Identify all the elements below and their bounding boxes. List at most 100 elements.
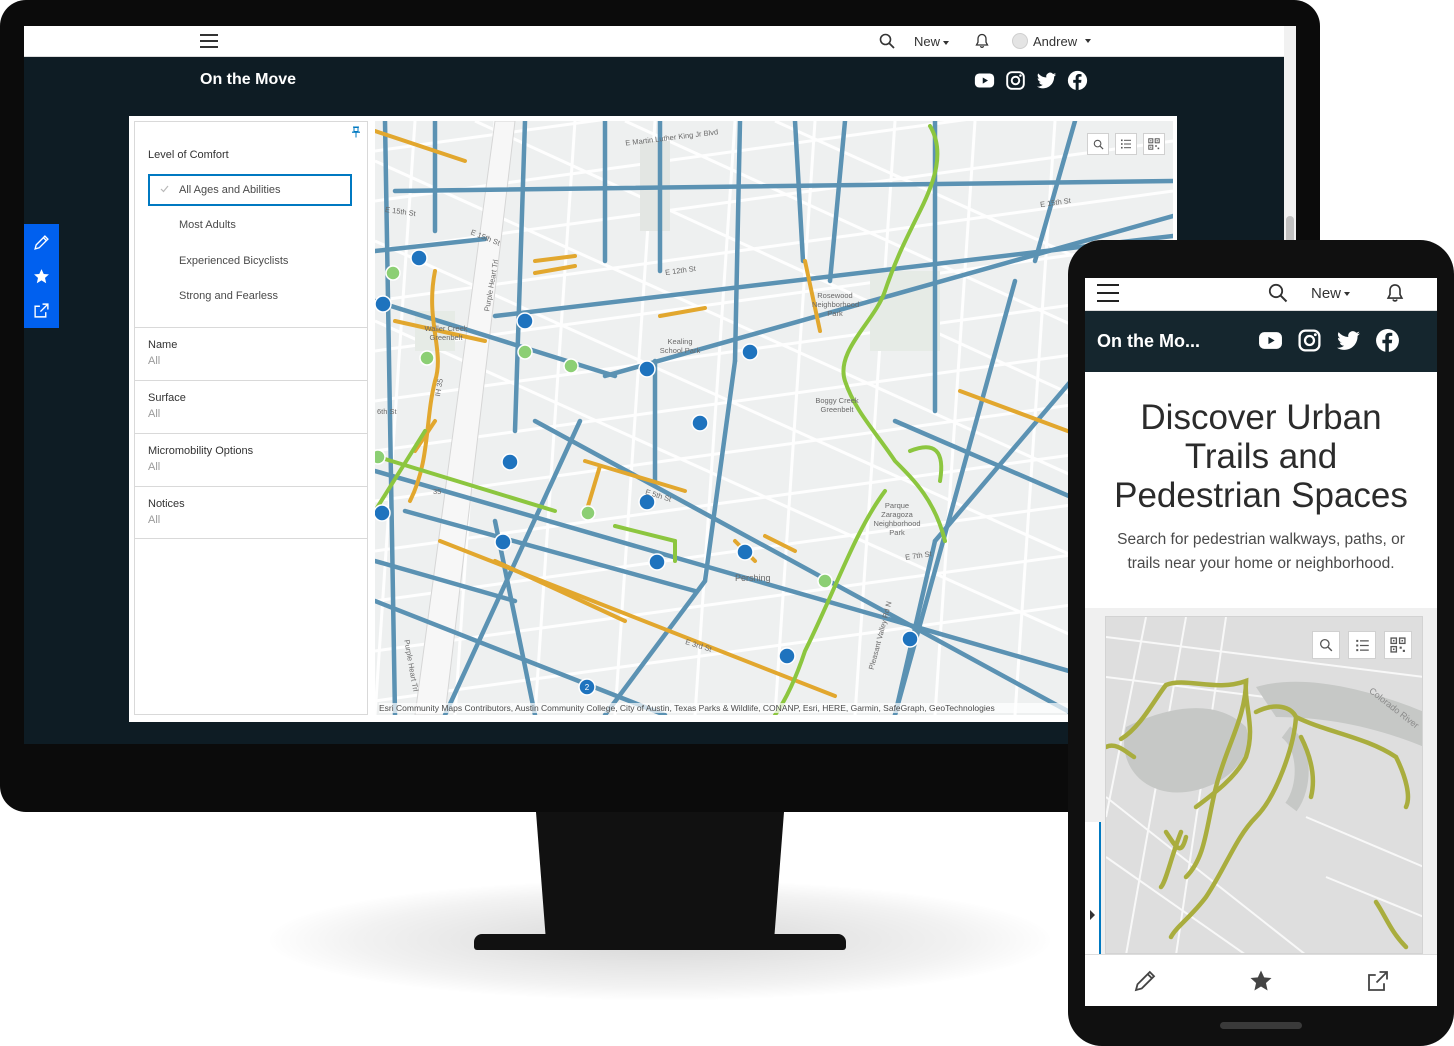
list-icon [1121, 139, 1131, 149]
menu-icon[interactable] [200, 34, 218, 48]
home-indicator [1220, 1022, 1302, 1029]
filter-surface[interactable]: Surface All [135, 380, 367, 433]
map-label-6th: 6th St [377, 407, 397, 416]
monitor-stand-neck [536, 812, 784, 940]
chevron-right-icon [1090, 910, 1095, 920]
comfort-option-experienced-bicyclists[interactable]: Experienced Bicyclists [148, 245, 352, 277]
qr-code-icon [1390, 637, 1406, 653]
filter-label: Surface [148, 392, 186, 404]
trails-map-canvas [1106, 617, 1422, 953]
favorite-icon[interactable] [33, 268, 50, 285]
chevron-down-icon [943, 40, 950, 45]
option-label: Most Adults [179, 219, 236, 231]
filter-micromobility-options[interactable]: Micromobility Options All [135, 433, 367, 486]
instagram-icon[interactable] [1005, 70, 1026, 91]
favorite-icon[interactable] [1249, 969, 1273, 993]
youtube-icon[interactable] [1258, 328, 1283, 353]
list-icon [1355, 639, 1369, 651]
mobile-screen: New On the Mo... Discover Urban Trails a… [1085, 278, 1437, 1006]
comfort-option-most-adults[interactable]: Most Adults [148, 209, 352, 241]
mobile-top-bar: New [1085, 278, 1437, 311]
map-label-zaragoza: Parque Zaragoza Neighborhood Park [873, 501, 921, 537]
map-label-waller: Waller Creek Greenbelt [424, 324, 468, 342]
option-label: All Ages and Abilities [179, 184, 281, 196]
map-search-button[interactable] [1087, 133, 1109, 155]
map-label-35: 35 [433, 487, 442, 496]
comfort-option-strong-and-fearless[interactable]: Strong and Fearless [148, 280, 352, 312]
chevron-down-icon [1344, 292, 1351, 297]
filter-value: All [148, 408, 161, 420]
instagram-icon[interactable] [1297, 328, 1322, 353]
drawer-toggle[interactable] [1085, 822, 1101, 956]
filter-name[interactable]: Name All [135, 327, 367, 380]
filter-value: All [148, 355, 161, 367]
notifications-bell-icon[interactable] [1385, 283, 1405, 303]
map-attribution: Esri Community Maps Contributors, Austin… [379, 703, 1079, 713]
map-label-rosewood: Rosewood Neighborhood Park [812, 291, 860, 318]
map-label-boggy: Boggy Creek Greenbelt [815, 396, 859, 414]
filter-notices[interactable]: Notices All [135, 486, 367, 539]
cluster-count: 2 [585, 683, 590, 692]
app-title: On the Move [200, 71, 297, 88]
map-toolbar [1312, 631, 1412, 659]
edit-icon[interactable] [33, 234, 50, 251]
map-list-button[interactable] [1348, 631, 1376, 659]
portal-top-bar: New Andrew [24, 26, 1284, 57]
filter-label: Name [148, 339, 178, 351]
search-icon[interactable] [879, 33, 895, 49]
share-icon[interactable] [1366, 969, 1390, 993]
notifications-bell-icon[interactable] [974, 33, 990, 49]
user-name: Andrew [1033, 33, 1078, 49]
new-menu-label: New [1311, 285, 1342, 302]
side-toolbar [24, 224, 59, 328]
search-icon [1093, 139, 1104, 150]
filter-label: Micromobility Options [148, 445, 254, 457]
share-icon[interactable] [33, 302, 50, 319]
twitter-icon[interactable] [1336, 328, 1361, 353]
hero-section: Discover Urban Trails and Pedestrian Spa… [1085, 372, 1437, 608]
bike-routes-map[interactable]: 2 E Martin Luther King Jr Blvd E 15th St… [375, 121, 1173, 715]
map-search-button[interactable] [1312, 631, 1340, 659]
facebook-icon[interactable] [1375, 328, 1400, 353]
new-menu-label: New [914, 34, 941, 49]
search-icon[interactable] [1268, 283, 1288, 303]
menu-icon[interactable] [1097, 284, 1119, 302]
new-menu-button[interactable]: New [1311, 285, 1351, 302]
mobile-bottom-toolbar [1085, 954, 1437, 1006]
avatar [1012, 33, 1028, 49]
monitor-stand-base [474, 934, 846, 950]
check-icon [160, 185, 169, 193]
mobile-app-header: On the Mo... [1085, 311, 1437, 372]
youtube-icon[interactable] [974, 70, 995, 91]
social-links [974, 70, 1088, 91]
qr-code-icon [1148, 138, 1160, 150]
search-icon [1319, 638, 1333, 652]
app-content: Level of Comfort All Ages and Abilities … [129, 116, 1177, 722]
map-list-button[interactable] [1115, 133, 1137, 155]
map-qr-button[interactable] [1384, 631, 1412, 659]
pin-icon[interactable] [351, 126, 361, 138]
hero-subtitle: Search for pedestrian walkways, paths, o… [1117, 531, 1405, 572]
comfort-option-all-ages[interactable]: All Ages and Abilities [148, 174, 352, 206]
facebook-icon[interactable] [1067, 70, 1088, 91]
filter-value: All [148, 514, 161, 526]
mobile-phone: New On the Mo... Discover Urban Trails a… [1068, 240, 1454, 1046]
map-toolbar [1087, 133, 1165, 155]
trails-map[interactable]: Colorado River [1105, 616, 1423, 954]
filter-value: All [148, 461, 161, 473]
edit-icon[interactable] [1133, 969, 1157, 993]
level-of-comfort-title: Level of Comfort [148, 149, 229, 161]
chevron-down-icon [1085, 39, 1092, 43]
filter-label: Notices [148, 498, 185, 510]
new-menu-button[interactable]: New [914, 34, 950, 49]
social-links [1258, 328, 1400, 353]
option-label: Strong and Fearless [179, 290, 279, 302]
twitter-icon[interactable] [1036, 70, 1057, 91]
option-label: Experienced Bicyclists [179, 255, 289, 267]
mobile-map-section: Colorado River [1085, 608, 1437, 954]
street-grid: 2 [375, 121, 1173, 715]
map-qr-button[interactable] [1143, 133, 1165, 155]
map-label-kealing: Kealing School Park [659, 337, 701, 355]
hero-title: Discover Urban Trails and Pedestrian Spa… [1114, 398, 1408, 515]
user-menu-button[interactable]: Andrew [1012, 33, 1092, 49]
